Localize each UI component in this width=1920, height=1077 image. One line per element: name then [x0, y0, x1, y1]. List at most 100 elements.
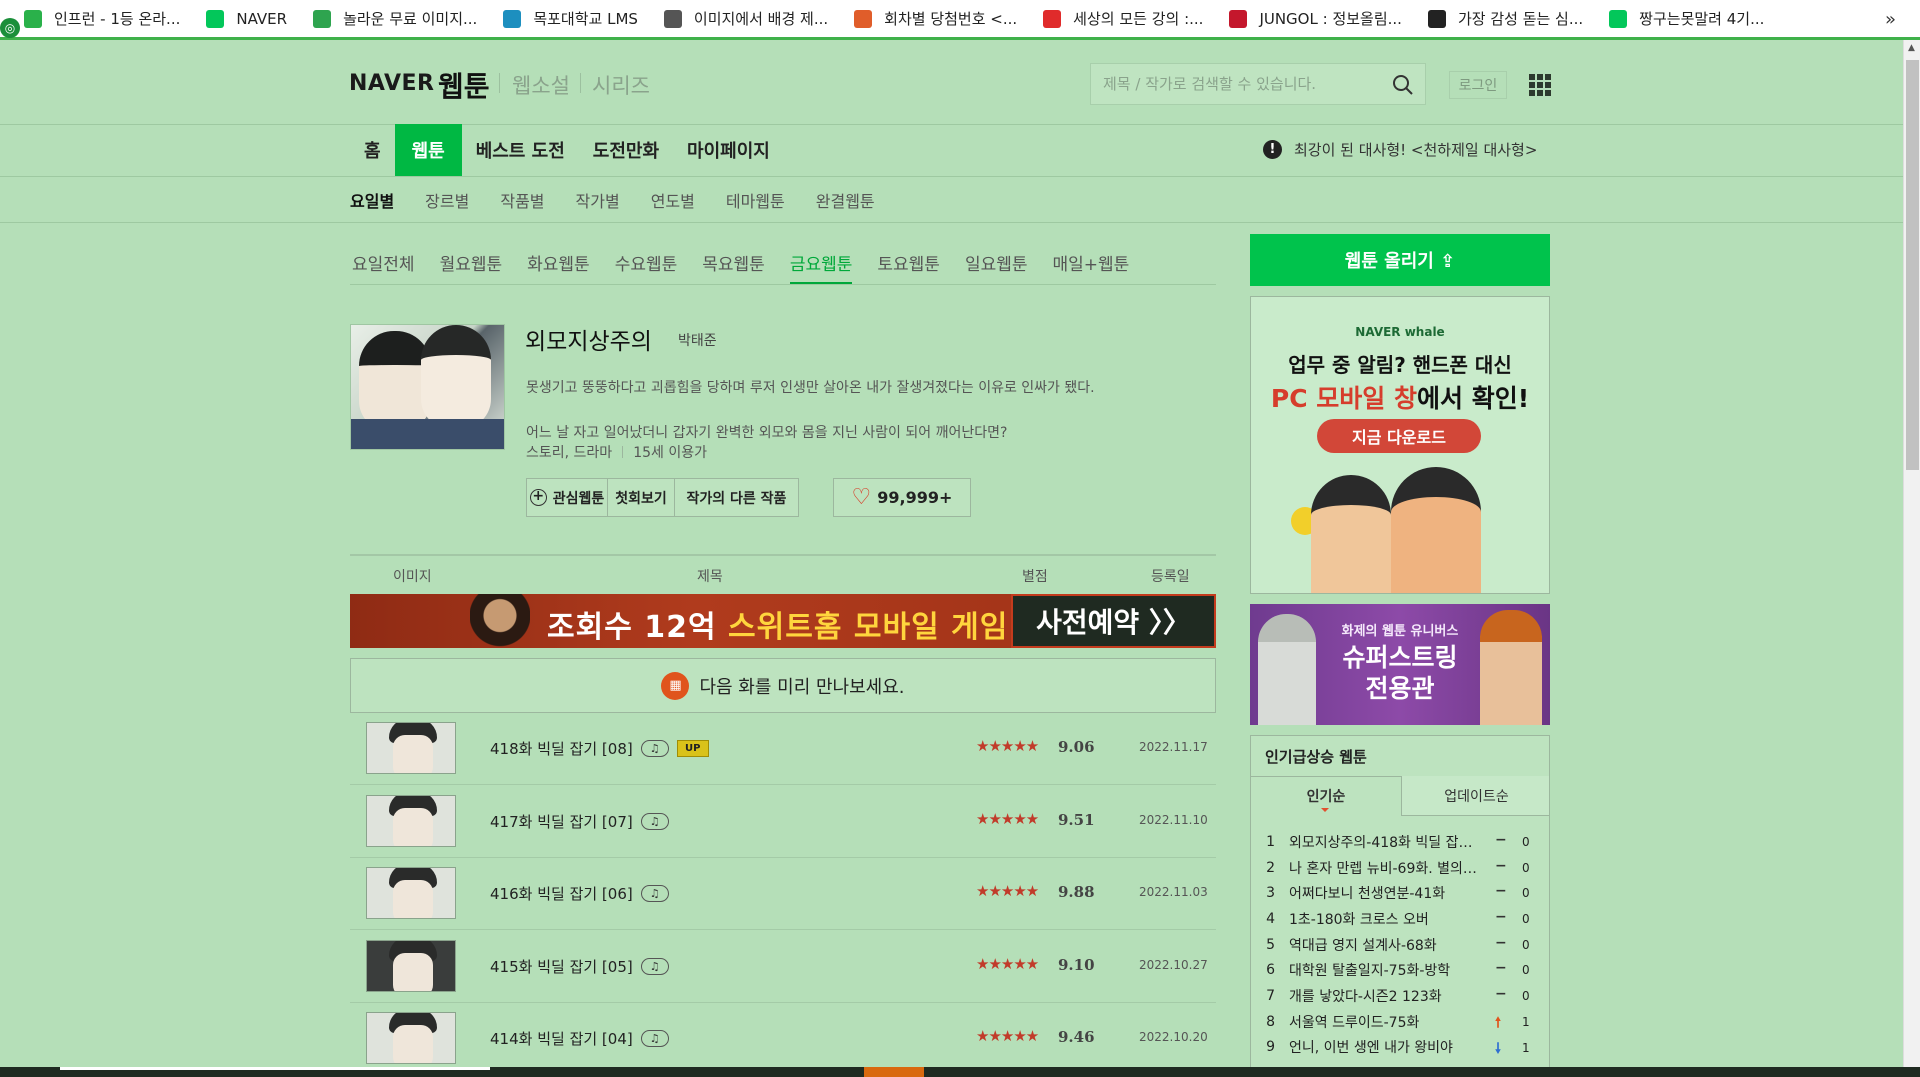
search-icon[interactable] — [1391, 73, 1415, 97]
notice-text[interactable]: 최강이 된 대사형! <천하제일 대사형> — [1294, 139, 1537, 160]
ranking-item[interactable]: 5 역대급 영지 설계사-68화 −0 — [1251, 932, 1549, 958]
bookmark-item[interactable]: 목포대학교 LMS — [503, 0, 638, 37]
sub-nav-item[interactable]: 요일별 — [350, 188, 394, 212]
up-badge: UP — [676, 740, 709, 757]
episode-thumbnail[interactable] — [366, 1012, 456, 1064]
episode-row[interactable]: 415화 빅딜 잡기 [05] ♫ ★★★★★ 9.10 2022.10.27 — [350, 931, 1216, 1003]
ranking-item[interactable]: 1 외모지상주의-418화 빅딜 잡기 [08]− 0 — [1251, 829, 1549, 855]
rank-title[interactable]: 언니, 이번 생엔 내가 왕비야 — [1289, 1037, 1479, 1057]
rank-title[interactable]: 개를 낳았다-시즌2 123화 — [1289, 986, 1479, 1006]
tab-popular[interactable]: 인기순 — [1251, 776, 1401, 816]
bookmark-item[interactable]: 회차별 당첨번호 <... — [854, 0, 1017, 37]
episode-row[interactable]: 417화 빅딜 잡기 [07] ♫ ★★★★★ 9.51 2022.11.10 — [350, 786, 1216, 858]
first-episode-button[interactable]: 첫회보기 — [608, 478, 675, 517]
sub-nav-item[interactable]: 연도별 — [651, 188, 695, 212]
main-nav-item[interactable]: 웹툰 — [394, 124, 462, 176]
other-works-button[interactable]: 작가의 다른 작품 — [675, 478, 799, 517]
like-button[interactable]: ♡ 99,999+ — [833, 478, 971, 517]
rank-title[interactable]: 대학원 탈출일지-75화-방학 — [1289, 960, 1479, 980]
ranking-item[interactable]: 4 1초-180화 크로스 오버 −0 — [1251, 906, 1549, 932]
episode-thumbnail[interactable] — [366, 939, 456, 992]
scroll-thumb[interactable] — [1906, 60, 1919, 470]
sub-nav-item[interactable]: 테마웹툰 — [726, 188, 785, 212]
download-button[interactable]: 지금 다운로드 — [1317, 419, 1481, 453]
day-tab[interactable]: 목요웹툰 — [702, 250, 765, 284]
notice-banner[interactable]: ! 최강이 된 대사형! <천하제일 대사형> — [1263, 139, 1537, 160]
bookmark-item[interactable]: 세상의 모든 강의 :... — [1043, 0, 1203, 37]
bookmark-item[interactable]: 짱구는못말려 4기... — [1609, 0, 1764, 37]
rank-change-count: 0 — [1522, 989, 1530, 1004]
main-nav-item[interactable]: 마이페이지 — [673, 124, 784, 176]
day-tab[interactable]: 수요웹툰 — [615, 250, 678, 284]
bookmark-item[interactable]: 가장 감성 돋는 심... — [1427, 0, 1583, 37]
episode-title[interactable]: 415화 빅딜 잡기 [05] ♫ — [490, 956, 669, 977]
comic-thumbnail[interactable] — [350, 324, 505, 450]
bookmark-item[interactable]: 인프런 - 1등 온라... — [24, 0, 180, 37]
upload-webtoon-button[interactable]: 웹툰 올리기 ⇪ — [1250, 234, 1550, 286]
day-tab[interactable]: 월요웹툰 — [440, 250, 503, 284]
main-nav-item[interactable]: 홈 — [350, 124, 395, 176]
ranking-item[interactable]: 9 언니, 이번 생엔 내가 왕비야 🠗 1 — [1251, 1035, 1549, 1061]
naver-logo[interactable]: NAVER — [349, 71, 434, 96]
episode-row[interactable]: 416화 빅딜 잡기 [06] ♫ ★★★★★ 9.88 2022.11.03 — [350, 858, 1216, 930]
episode-title[interactable]: 418화 빅딜 잡기 [08] ♫ UP — [490, 738, 709, 759]
bookmarks-more-button[interactable]: » — [1885, 9, 1896, 30]
sub-nav-item[interactable]: 작품별 — [500, 188, 544, 212]
main-nav-item[interactable]: 베스트 도전 — [462, 124, 579, 176]
bookmark-item[interactable]: 놀라운 무료 이미지... — [313, 0, 477, 37]
rank-title[interactable]: 어쩌다보니 천생연분-41화 — [1289, 883, 1479, 903]
episode-row[interactable]: 418화 빅딜 잡기 [08] ♫ UP ★★★★★ 9.06 2022.11.17 — [350, 713, 1216, 785]
day-tab[interactable]: 매일+웹툰 — [1053, 250, 1130, 284]
preview-next-episode[interactable]: ▦ 다음 화를 미리 만나보세요. — [350, 658, 1216, 713]
preorder-button[interactable]: 사전예약 〉〉 — [1011, 594, 1216, 648]
episode-row[interactable]: 414화 빅딜 잡기 [04] ♫ ★★★★★ 9.46 2022.10.20 — [350, 1003, 1216, 1075]
tab-update[interactable]: 업데이트순 — [1401, 776, 1549, 816]
rank-title[interactable]: 1초-180화 크로스 오버 — [1289, 909, 1479, 929]
day-tab[interactable]: 금요웹툰 — [789, 250, 853, 284]
ranking-item[interactable]: 2 나 혼자 만렙 뉴비-69화. 별의 불꽃 −0 — [1251, 855, 1549, 881]
game-ad-banner[interactable]: 조회수 12억 스위트홈 모바일 게임! 사전예약 〉〉 — [350, 594, 1216, 648]
apps-grid-icon[interactable] — [1529, 74, 1551, 96]
rank-title[interactable]: 나 혼자 만렙 뉴비-69화. 별의 불꽃 — [1289, 858, 1479, 878]
episode-title[interactable]: 414화 빅딜 잡기 [04] ♫ — [490, 1028, 669, 1049]
episode-thumbnail[interactable] — [366, 867, 456, 919]
ranking-item[interactable]: 6 대학원 탈출일지-75화-방학 −0 — [1251, 957, 1549, 983]
sub-nav-item[interactable]: 완결웹툰 — [816, 188, 875, 212]
favorite-button[interactable]: + 관심웹툰 — [526, 478, 608, 517]
superstring-ad[interactable]: 화제의 웹툰 유니버스 슈퍼스트링 전용관 — [1250, 604, 1550, 725]
ranking-item[interactable]: 8 서울역 드루이드-75화 🠕 1 — [1251, 1009, 1549, 1035]
login-button[interactable]: 로그인 — [1449, 71, 1507, 99]
sub-nav-item[interactable]: 작가별 — [576, 188, 620, 212]
rank-title[interactable]: 서울역 드루이드-75화 — [1289, 1012, 1479, 1032]
comic-author[interactable]: 박태준 — [678, 330, 717, 350]
store-icon: ▦ — [661, 671, 690, 700]
comic-title: 외모지상주의 — [525, 329, 652, 355]
ranking-item[interactable]: 7 개를 낳았다-시즌2 123화 −0 — [1251, 983, 1549, 1009]
scrollbar[interactable]: ▲ — [1903, 40, 1920, 1071]
nav-series[interactable]: 시리즈 — [592, 70, 650, 100]
day-tab[interactable]: 화요웹툰 — [527, 250, 590, 284]
episode-thumbnail[interactable] — [366, 722, 456, 774]
rank-change-count: 1 — [1522, 1040, 1530, 1055]
nav-webnovel[interactable]: 웹소설 — [512, 70, 570, 100]
rank-title[interactable]: 외모지상주의-418화 빅딜 잡기 [08] — [1289, 832, 1479, 852]
episode-thumbnail[interactable] — [366, 794, 456, 847]
ranking-item[interactable]: 3 어쩌다보니 천생연분-41화 −0 — [1251, 880, 1549, 906]
scroll-up-icon[interactable]: ▲ — [1908, 43, 1915, 53]
whale-ad[interactable]: NAVER whale 업무 중 알림? 핸드폰 대신 PC 모바일 창에서 확… — [1250, 296, 1550, 594]
episode-title[interactable]: 416화 빅딜 잡기 [06] ♫ — [490, 883, 669, 904]
bookmark-item[interactable]: JUNGOL : 정보올림... — [1229, 0, 1402, 37]
webtoon-logo[interactable]: 웹툰 — [438, 65, 490, 105]
main-nav-item[interactable]: 도전만화 — [579, 124, 673, 176]
rank-title[interactable]: 역대급 영지 설계사-68화 — [1289, 935, 1479, 955]
column-image: 이미지 — [393, 569, 432, 585]
sub-nav-item[interactable]: 장르별 — [425, 188, 469, 212]
day-tab[interactable]: 토요웹툰 — [877, 250, 940, 284]
extension-icon[interactable]: ◎ — [0, 18, 20, 38]
bookmark-item[interactable]: 이미지에서 배경 제... — [663, 0, 828, 37]
day-tab[interactable]: 일요웹툰 — [965, 250, 1028, 284]
day-tab[interactable]: 요일전체 — [352, 250, 415, 284]
episode-title[interactable]: 417화 빅딜 잡기 [07] ♫ — [490, 811, 669, 832]
bookmark-item[interactable]: NAVER — [206, 0, 287, 37]
search-input[interactable] — [1091, 64, 1371, 104]
